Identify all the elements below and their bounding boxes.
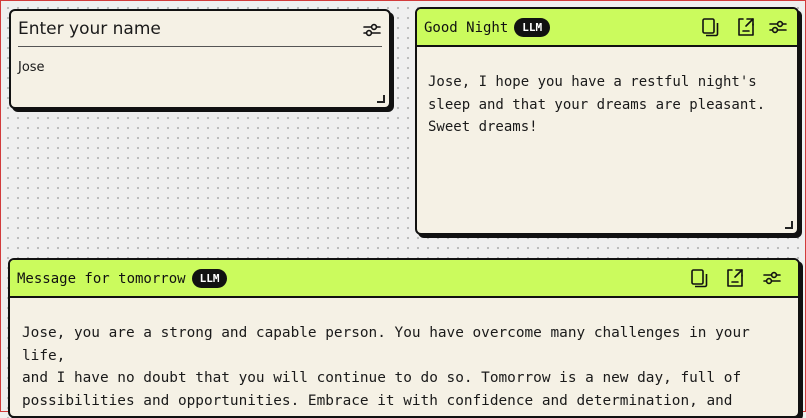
good-night-card: Good Night LLM Jose, I hope you have a r…: [415, 7, 799, 235]
name-input-title: Enter your name: [18, 19, 161, 39]
tomorrow-title: Message for tomorrow: [17, 271, 186, 287]
copy-icon[interactable]: [699, 16, 721, 38]
name-input-field[interactable]: Jose: [18, 60, 45, 75]
good-night-title: Good Night: [424, 20, 509, 36]
export-icon[interactable]: [724, 267, 746, 289]
llm-badge: LLM: [514, 18, 551, 37]
tomorrow-title-row: Message for tomorrow LLM: [17, 269, 228, 288]
sliders-icon[interactable]: [767, 16, 789, 38]
llm-badge: LLM: [191, 269, 228, 288]
sliders-icon[interactable]: [361, 19, 383, 41]
export-icon[interactable]: [735, 16, 757, 38]
good-night-title-row: Good Night LLM: [424, 18, 551, 37]
sliders-icon[interactable]: [761, 267, 783, 289]
resize-handle[interactable]: [377, 95, 385, 103]
input-underline: [18, 46, 382, 47]
name-input-card: Enter your name Jose: [9, 9, 391, 109]
good-night-output: Jose, I hope you have a restful night's …: [428, 74, 766, 135]
good-night-header: Good Night LLM: [417, 9, 797, 47]
resize-handle[interactable]: [785, 221, 793, 229]
copy-icon[interactable]: [688, 267, 710, 289]
tomorrow-header: Message for tomorrow LLM: [10, 260, 798, 298]
tomorrow-output: Jose, you are a strong and capable perso…: [22, 325, 750, 416]
tomorrow-card: Message for tomorrow LLM Jose, you are a…: [8, 258, 800, 418]
